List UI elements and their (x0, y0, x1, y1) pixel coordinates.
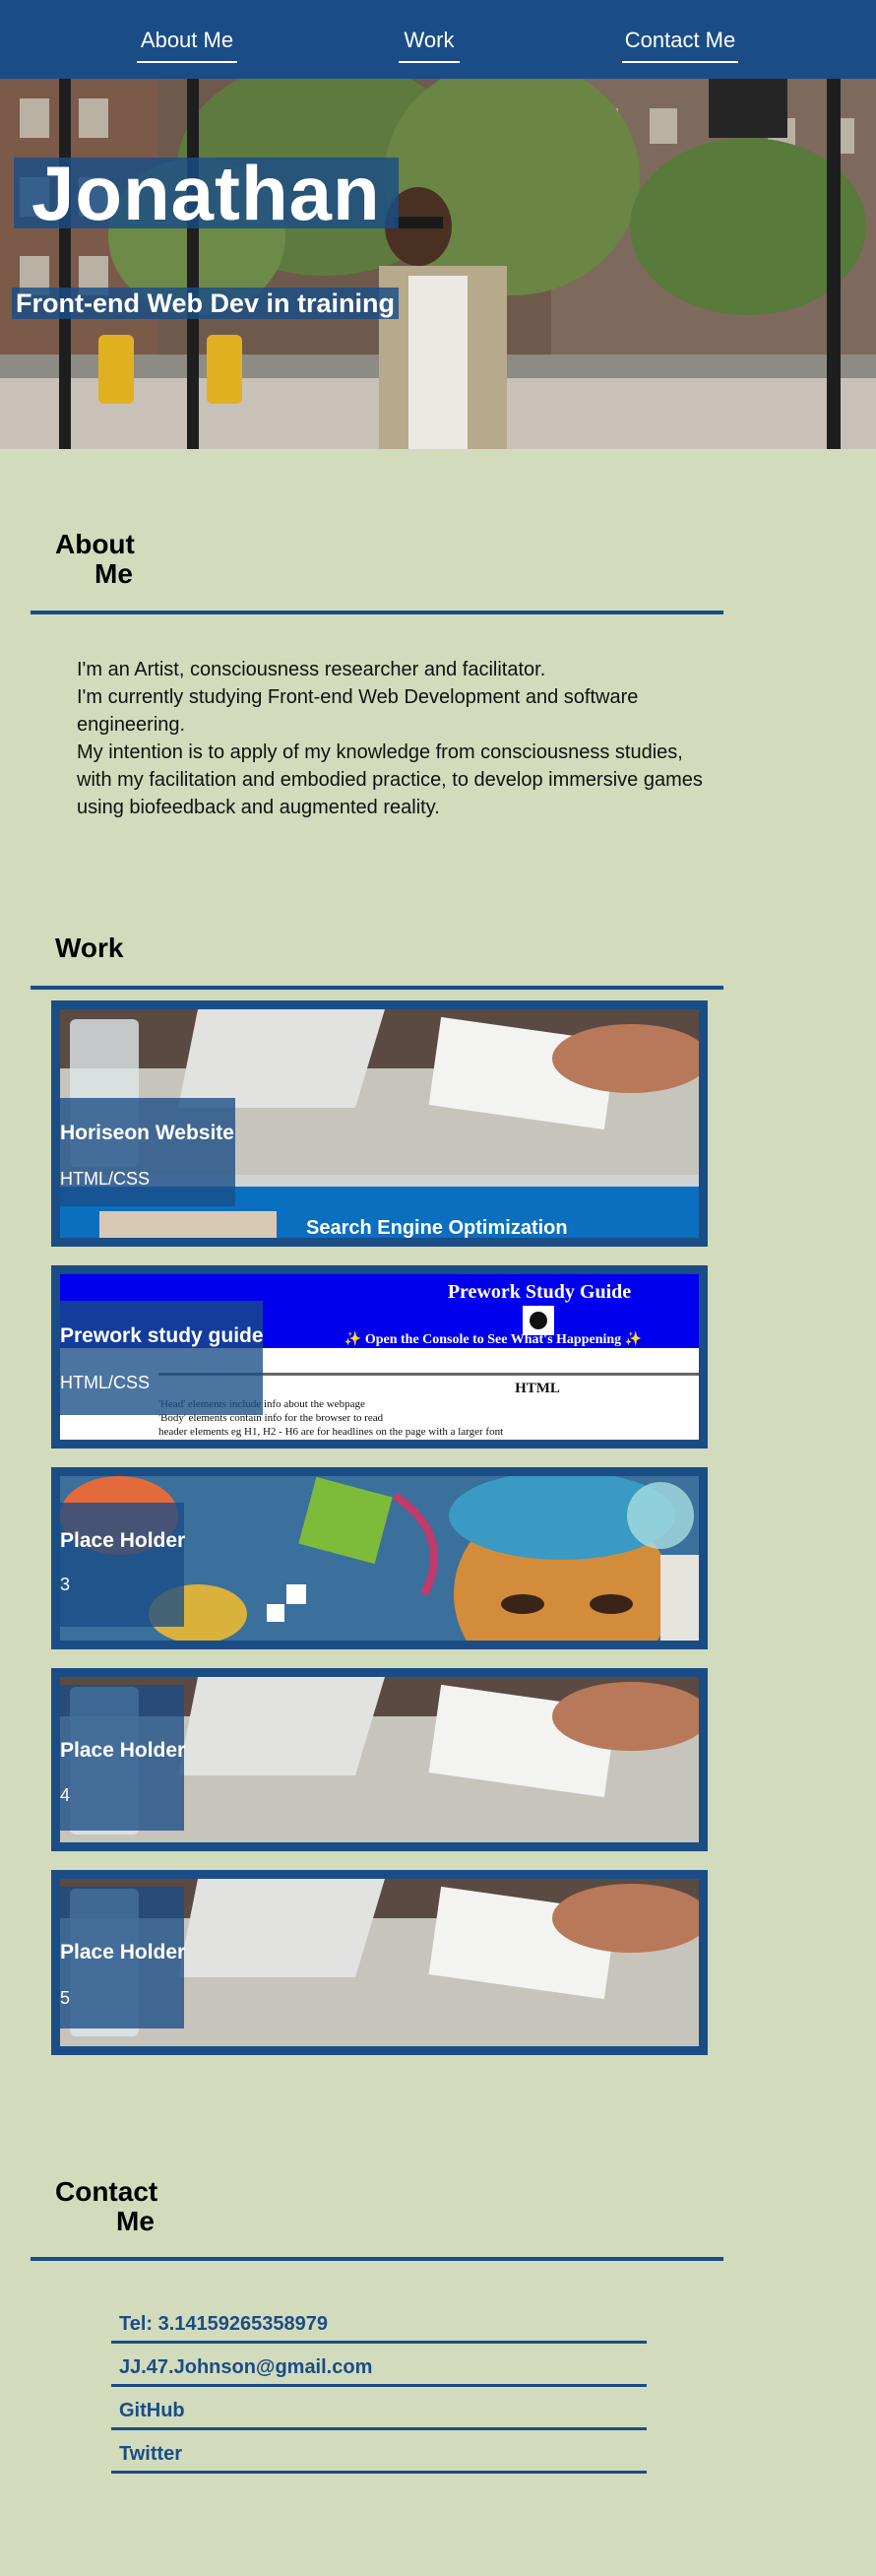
work-title: Work (55, 933, 124, 963)
about-paragraph: I'm an Artist, consciousness researcher … (77, 659, 546, 680)
nav-link-work[interactable]: Work (399, 28, 460, 63)
project-card-prework[interactable]: Prework Study Guide ✨ Open the Console t… (51, 1265, 708, 1449)
about-text: I'm an Artist, consciousness researcher … (77, 656, 707, 821)
project-card-placeholder-4[interactable]: Place Holder 4 (51, 1668, 708, 1851)
hero-tagline: Front-end Web Dev in training (12, 288, 400, 319)
project-title: Place Holder (60, 1529, 186, 1552)
nav-link-about[interactable]: About Me (137, 28, 237, 63)
project-subtitle: HTML/CSS (60, 1169, 151, 1189)
hero-banner: Jonathan Front-end Web Dev in training (0, 79, 876, 449)
work-divider (31, 986, 723, 990)
project-subtitle: HTML/CSS (60, 1373, 151, 1392)
nav-link-contact[interactable]: Contact Me (622, 28, 738, 63)
project-overlay: Prework study guide HTML/CSS (60, 1301, 264, 1415)
project-overlay: Place Holder 4 (60, 1685, 186, 1831)
svg-text:✨ Open the Console to See What: ✨ Open the Console to See What's Happeni… (344, 1330, 642, 1347)
project-title: Horiseon Website (60, 1122, 234, 1144)
contact-github-link[interactable]: GitHub (111, 2387, 647, 2430)
project-overlay: Place Holder 5 (60, 1887, 186, 2029)
top-nav: About Me Work Contact Me (0, 0, 876, 79)
about-title: About Me (55, 529, 135, 589)
svg-text:HTML: HTML (515, 1381, 560, 1396)
svg-text:Prework Study Guide: Prework Study Guide (448, 1281, 631, 1303)
svg-text:Search Engine Optimization: Search Engine Optimization (306, 1217, 568, 1238)
project-card-horiseon[interactable]: Search Engine Optimization Horiseon Webs… (51, 1000, 708, 1247)
contact-title: Contact Me (55, 2176, 158, 2236)
project-subtitle: 4 (60, 1785, 71, 1805)
contact-phone-link[interactable]: Tel: 3.14159265358979 (111, 2300, 647, 2344)
contact-twitter-link[interactable]: Twitter (111, 2430, 647, 2474)
project-card-placeholder-3[interactable]: Place Holder 3 (51, 1467, 708, 1649)
project-overlay: Horiseon Website HTML/CSS (60, 1098, 235, 1206)
about-paragraph: My intention is to apply of my knowledge… (77, 741, 703, 818)
hero-name: Jonathan (14, 155, 399, 231)
project-title: Prework study guide (60, 1324, 264, 1347)
about-divider (31, 611, 723, 614)
hero-background-photo (0, 79, 876, 449)
project-title: Place Holder (60, 1941, 186, 1964)
contact-divider (31, 2257, 723, 2261)
project-overlay: Place Holder 3 (60, 1503, 186, 1627)
about-paragraph: I'm currently studying Front-end Web Dev… (77, 686, 639, 736)
project-subtitle: 5 (60, 1988, 71, 2008)
project-title: Place Holder (60, 1739, 186, 1762)
contact-list: Tel: 3.14159265358979 JJ.47.Johnson@gmai… (111, 2300, 647, 2474)
project-card-placeholder-5[interactable]: Place Holder 5 (51, 1870, 708, 2055)
contact-email-link[interactable]: JJ.47.Johnson@gmail.com (111, 2344, 647, 2387)
svg-text:header elements eg H1, H2 - H6: header elements eg H1, H2 - H6 are for h… (158, 1426, 503, 1438)
project-subtitle: 3 (60, 1575, 71, 1594)
